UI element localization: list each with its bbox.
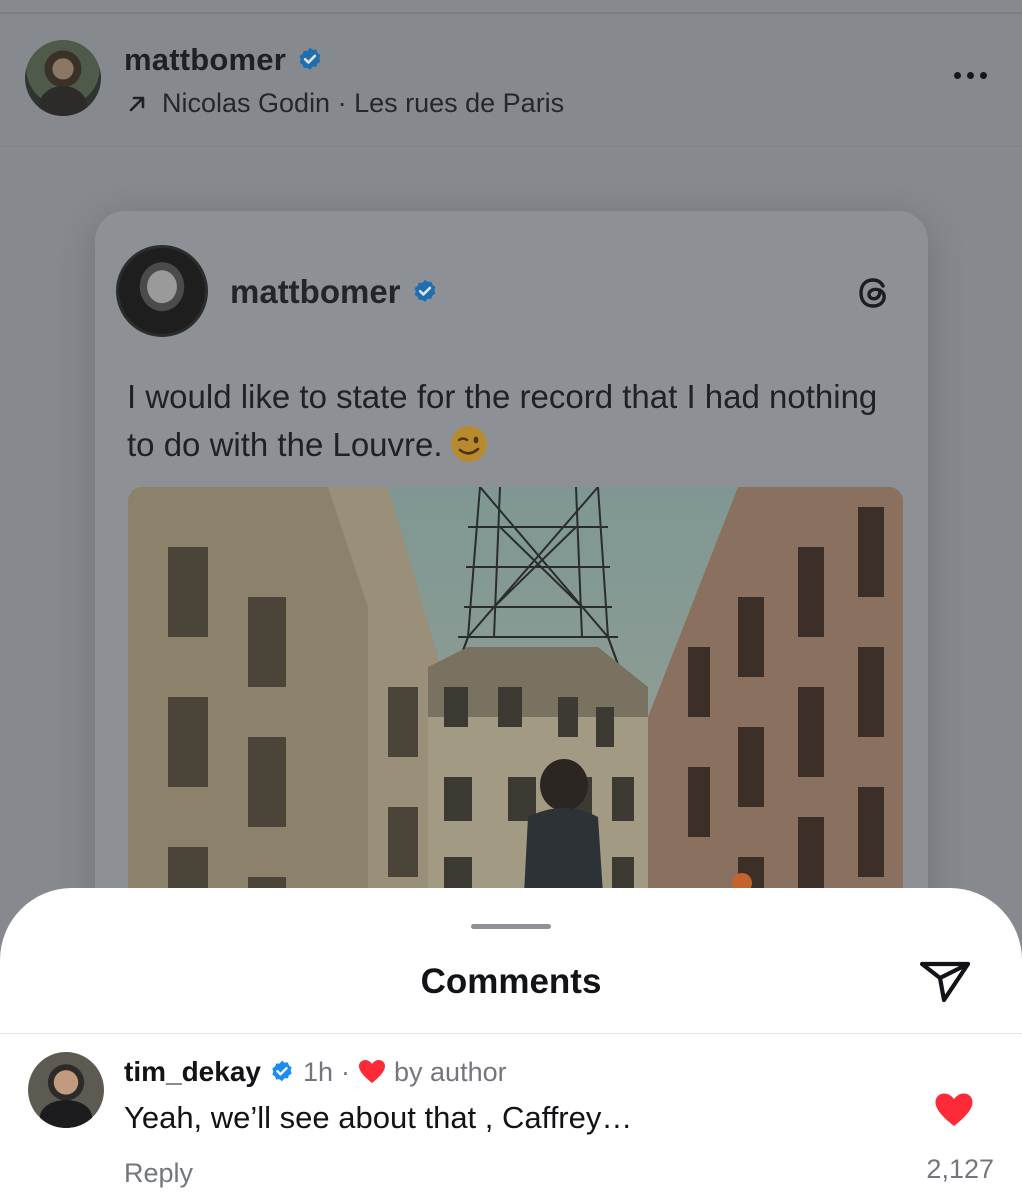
verified-badge-icon — [272, 1060, 292, 1082]
liked-by-author-label: by author — [394, 1056, 507, 1087]
comments-sheet: Comments tim_dekay 1h · by author Yeah, … — [0, 888, 1022, 1200]
comment-meta: tim_dekay 1h · by author — [124, 1056, 507, 1088]
heart-icon — [359, 1060, 386, 1083]
verified-badge-icon — [299, 47, 321, 70]
commenter-username[interactable]: tim_dekay — [124, 1056, 261, 1088]
header-divider — [0, 146, 1022, 147]
comment-text: Yeah, we’ll see about that , Caffrey… — [124, 1100, 633, 1135]
winking-face-emoji — [450, 426, 487, 462]
author-avatar[interactable] — [25, 40, 101, 116]
send-icon[interactable] — [916, 956, 974, 1006]
embedded-threads-card[interactable]: mattbomer I would like to state for the … — [95, 211, 928, 971]
author-row: mattbomer — [124, 42, 324, 78]
card-post-text-content: I would like to state for the record tha… — [127, 378, 878, 463]
more-horizontal-icon[interactable] — [948, 68, 992, 82]
reply-button[interactable]: Reply — [124, 1158, 193, 1189]
arrow-up-right-icon — [129, 96, 145, 111]
comment-item: tim_dekay 1h · by author Yeah, we’ll see… — [0, 1034, 1022, 1200]
author-username[interactable]: mattbomer — [124, 42, 286, 78]
sheet-grabber-handle[interactable] — [471, 924, 551, 929]
card-author-username: mattbomer — [230, 273, 401, 310]
audio-track-label: Nicolas Godin · Les rues de Paris — [162, 88, 565, 118]
card-author-avatar — [116, 245, 208, 337]
post-header: mattbomer Nicolas Godin · Les rues de Pa… — [0, 38, 1022, 122]
top-divider — [0, 12, 1022, 14]
like-count: 2,127 — [926, 1154, 994, 1184]
comments-title: Comments — [420, 962, 602, 1001]
card-post-text: I would like to state for the record tha… — [127, 373, 887, 469]
card-author-row: mattbomer — [230, 273, 439, 311]
verified-badge-icon — [414, 279, 435, 302]
commenter-avatar[interactable] — [28, 1052, 104, 1128]
like-heart-icon[interactable] — [934, 1092, 974, 1128]
audio-attribution[interactable]: Nicolas Godin · Les rues de Paris — [126, 88, 564, 119]
meta-separator: · — [341, 1056, 351, 1087]
comment-timestamp: 1h — [302, 1056, 334, 1087]
threads-logo-icon — [859, 278, 886, 308]
